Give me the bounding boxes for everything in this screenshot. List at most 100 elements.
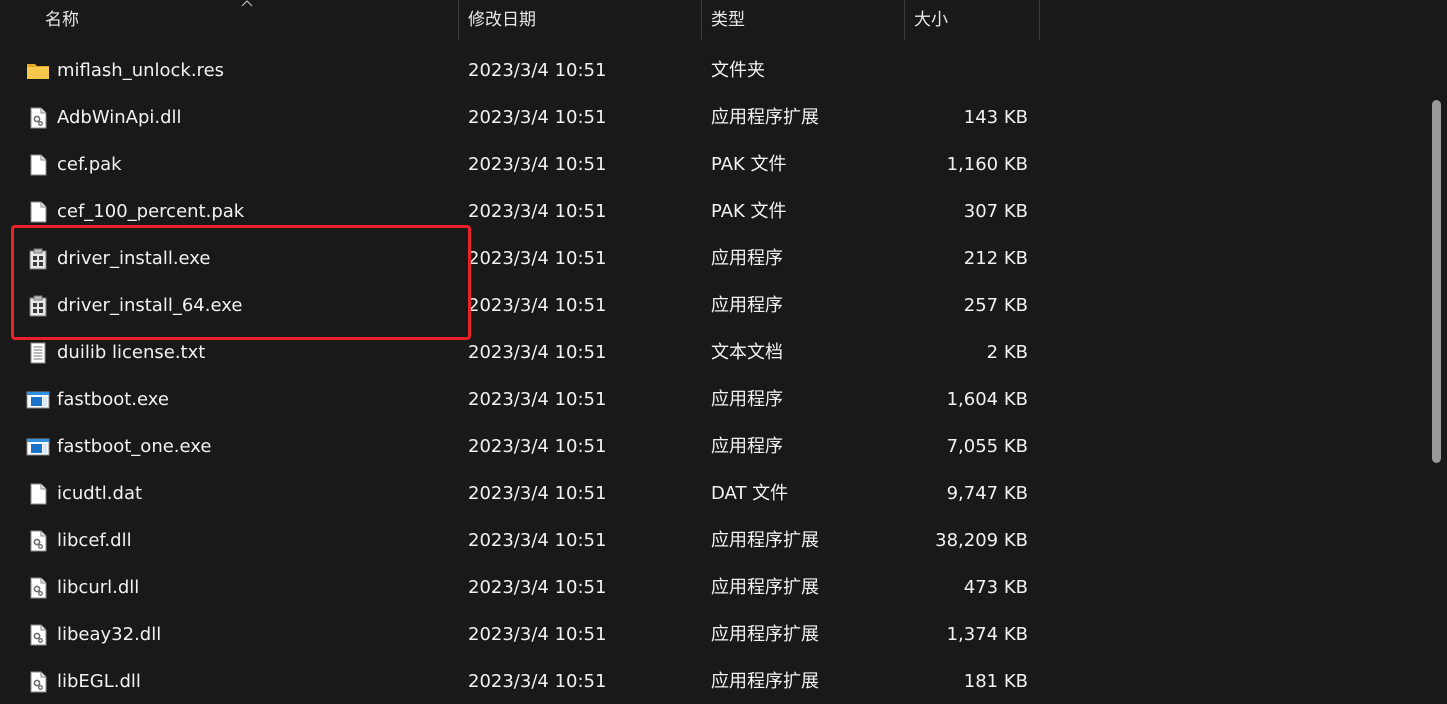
file-name: cef_100_percent.pak xyxy=(57,201,245,222)
column-header-type-label: 类型 xyxy=(711,10,745,30)
file-modified-date: 2023/3/4 10:51 xyxy=(468,201,607,222)
column-header-date-label: 修改日期 xyxy=(468,10,536,30)
file-size: 1,160 KB xyxy=(946,154,1028,175)
file-type: 文本文档 xyxy=(711,342,783,363)
column-resize-handle-size[interactable] xyxy=(1039,0,1040,40)
file-name: driver_install.exe xyxy=(57,248,211,269)
file-size: 212 KB xyxy=(963,248,1028,269)
file-row[interactable]: fastboot_one.exe 2023/3/4 10:51 应用程序 7,055 … xyxy=(0,423,1420,470)
file-size: 181 KB xyxy=(963,671,1028,692)
column-header-size-label: 大小 xyxy=(914,10,948,30)
column-resize-handle-date[interactable] xyxy=(701,0,702,40)
file-name: fastboot_one.exe xyxy=(57,436,212,457)
file-name: libcef.dll xyxy=(57,530,132,551)
file-modified-date: 2023/3/4 10:51 xyxy=(468,624,607,645)
file-type: 文件夹 xyxy=(711,60,765,81)
file-list: miflash_unlock.res 2023/3/4 10:51 文件夹 AdbWi… xyxy=(0,47,1420,704)
file-type: 应用程序扩展 xyxy=(711,577,819,598)
dll-file-icon xyxy=(26,623,50,647)
file-size: 143 KB xyxy=(963,107,1028,128)
scrollbar-thumb[interactable] xyxy=(1432,100,1441,463)
file-type: DAT 文件 xyxy=(711,483,789,504)
file-type: 应用程序扩展 xyxy=(711,107,819,128)
file-type: PAK 文件 xyxy=(711,201,787,222)
file-row[interactable]: driver_install_64.exe 2023/3/4 10:51 应用程序 2… xyxy=(0,282,1420,329)
file-type: 应用程序扩展 xyxy=(711,671,819,692)
file-size: 2 KB xyxy=(986,342,1028,363)
column-header-size[interactable]: 大小 xyxy=(914,0,1038,40)
file-type: 应用程序扩展 xyxy=(711,530,819,551)
file-row[interactable]: miflash_unlock.res 2023/3/4 10:51 文件夹 xyxy=(0,47,1420,94)
file-modified-date: 2023/3/4 10:51 xyxy=(468,248,607,269)
file-modified-date: 2023/3/4 10:51 xyxy=(468,154,607,175)
file-modified-date: 2023/3/4 10:51 xyxy=(468,295,607,316)
file-row[interactable]: libeay32.dll 2023/3/4 10:51 应用程序扩展 1,374 KB xyxy=(0,611,1420,658)
file-size: 9,747 KB xyxy=(946,483,1028,504)
file-row[interactable]: icudtl.dat 2023/3/4 10:51 DAT 文件 9,747 KB xyxy=(0,470,1420,517)
column-header-type[interactable]: 类型 xyxy=(711,0,903,40)
folder-icon xyxy=(26,59,50,83)
installer-icon xyxy=(26,294,50,318)
file-modified-date: 2023/3/4 10:51 xyxy=(468,436,607,457)
column-resize-handle-type[interactable] xyxy=(904,0,905,40)
dll-file-icon xyxy=(26,670,50,694)
file-row[interactable]: duilib license.txt 2023/3/4 10:51 文本文档 2 KB xyxy=(0,329,1420,376)
file-row[interactable]: libEGL.dll 2023/3/4 10:51 应用程序扩展 181 KB xyxy=(0,658,1420,704)
sort-ascending-icon xyxy=(241,0,253,7)
blank-file-icon xyxy=(26,200,50,224)
file-name: libEGL.dll xyxy=(57,671,141,692)
file-name: AdbWinApi.dll xyxy=(57,107,182,128)
file-name: driver_install_64.exe xyxy=(57,295,243,316)
dll-file-icon xyxy=(26,106,50,130)
installer-icon xyxy=(26,247,50,271)
file-size: 473 KB xyxy=(963,577,1028,598)
file-explorer: 名称 修改日期 类型 大小 miflash_unlock.res 2023/3/4… xyxy=(0,0,1447,704)
file-size: 1,604 KB xyxy=(946,389,1028,410)
file-size: 307 KB xyxy=(963,201,1028,222)
application-icon xyxy=(26,435,50,459)
file-row[interactable]: cef.pak 2023/3/4 10:51 PAK 文件 1,160 KB xyxy=(0,141,1420,188)
file-name: icudtl.dat xyxy=(57,483,143,504)
file-modified-date: 2023/3/4 10:51 xyxy=(468,577,607,598)
file-size: 1,374 KB xyxy=(946,624,1028,645)
column-header-date[interactable]: 修改日期 xyxy=(468,0,700,40)
file-type: 应用程序 xyxy=(711,436,783,457)
file-name: libeay32.dll xyxy=(57,624,162,645)
file-modified-date: 2023/3/4 10:51 xyxy=(468,530,607,551)
file-size: 257 KB xyxy=(963,295,1028,316)
file-type: 应用程序扩展 xyxy=(711,624,819,645)
file-type: 应用程序 xyxy=(711,248,783,269)
file-name: fastboot.exe xyxy=(57,389,169,410)
file-modified-date: 2023/3/4 10:51 xyxy=(468,60,607,81)
file-name: libcurl.dll xyxy=(57,577,140,598)
file-size xyxy=(905,47,1028,94)
file-size: 7,055 KB xyxy=(946,436,1028,457)
file-type: 应用程序 xyxy=(711,295,783,316)
file-row[interactable]: libcurl.dll 2023/3/4 10:51 应用程序扩展 473 KB xyxy=(0,564,1420,611)
file-modified-date: 2023/3/4 10:51 xyxy=(468,107,607,128)
dll-file-icon xyxy=(26,529,50,553)
file-row[interactable]: driver_install.exe 2023/3/4 10:51 应用程序 212 … xyxy=(0,235,1420,282)
application-icon xyxy=(26,388,50,412)
column-resize-handle-name[interactable] xyxy=(458,0,459,40)
file-type: 应用程序 xyxy=(711,389,783,410)
file-modified-date: 2023/3/4 10:51 xyxy=(468,389,607,410)
file-modified-date: 2023/3/4 10:51 xyxy=(468,483,607,504)
file-row[interactable]: fastboot.exe 2023/3/4 10:51 应用程序 1,604 KB xyxy=(0,376,1420,423)
file-type: PAK 文件 xyxy=(711,154,787,175)
file-modified-date: 2023/3/4 10:51 xyxy=(468,671,607,692)
file-name: miflash_unlock.res xyxy=(57,60,225,81)
file-row[interactable]: libcef.dll 2023/3/4 10:51 应用程序扩展 38,209 KB xyxy=(0,517,1420,564)
column-header-name-label: 名称 xyxy=(45,10,79,30)
vertical-scrollbar[interactable] xyxy=(1429,40,1447,704)
text-file-icon xyxy=(26,341,50,365)
file-row[interactable]: cef_100_percent.pak 2023/3/4 10:51 PAK 文件 3… xyxy=(0,188,1420,235)
file-row[interactable]: AdbWinApi.dll 2023/3/4 10:51 应用程序扩展 143 KB xyxy=(0,94,1420,141)
file-name: duilib license.txt xyxy=(57,342,206,363)
blank-file-icon xyxy=(26,153,50,177)
file-size: 38,209 KB xyxy=(935,530,1028,551)
file-name: cef.pak xyxy=(57,154,122,175)
file-modified-date: 2023/3/4 10:51 xyxy=(468,342,607,363)
dll-file-icon xyxy=(26,576,50,600)
column-header-bar: 名称 修改日期 类型 大小 xyxy=(0,0,1447,40)
